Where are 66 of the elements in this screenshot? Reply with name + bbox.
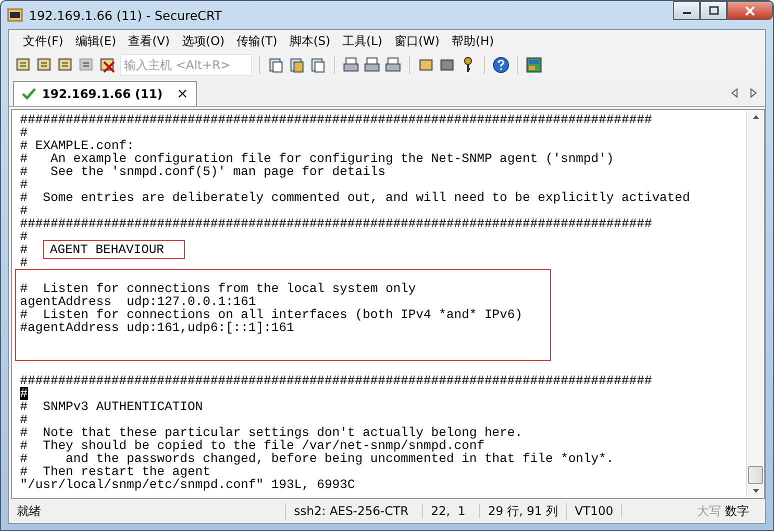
terminal-line: ###################################################################################	[20, 113, 652, 126]
app-icon	[7, 7, 23, 23]
host-field[interactable]: 输入主机 <Alt+R>	[120, 54, 252, 76]
terminal-line: # They should be copied to the file /var/net-snmp/snmpd.conf	[20, 439, 484, 452]
scroll-right-icon[interactable]	[749, 88, 757, 98]
print-icon[interactable]	[342, 56, 360, 74]
terminal-line: # Some entries are deliberately commented out, and will need to be explicitly activated	[20, 191, 690, 204]
terminal-line: #	[20, 243, 29, 256]
printer-icon[interactable]	[384, 56, 402, 74]
scroll-up-icon[interactable]	[752, 114, 760, 120]
maximize-icon	[708, 6, 718, 15]
status-text: 就绪	[9, 502, 286, 520]
terminal-line: # An example configuration file for configuring the Net-SNMP agent ('snmpd')	[20, 152, 614, 165]
key-indicator: 大写	[696, 502, 722, 520]
scroll-down-icon[interactable]	[752, 488, 760, 494]
tab-label: 192.169.1.66 (11)	[42, 87, 163, 101]
help-icon[interactable]	[492, 56, 510, 74]
terminal-line: # Listen for connections on all interfaces (both IPv4 *and* IPv6)	[20, 308, 523, 321]
cipher-status: ssh2: AES-256-CTR	[286, 504, 423, 518]
session-tab[interactable]: 192.169.1.66 (11) ×	[13, 81, 198, 106]
terminal-line: # Listen for connections from the local system only	[20, 282, 416, 295]
scroll-left-icon[interactable]	[731, 88, 739, 98]
terminal-line: # EXAMPLE.conf:	[20, 139, 134, 152]
menu-item[interactable]: 选项(O)	[176, 32, 231, 50]
menu-item[interactable]: 传输(T)	[230, 32, 284, 50]
disconnect-icon[interactable]	[99, 56, 117, 74]
terminal-line: #	[20, 256, 28, 269]
terminal-line: ###################################################################################	[20, 217, 652, 230]
terminal-line: # See the 'snmpd.conf(5)' man page for details	[20, 165, 386, 178]
close-icon	[744, 6, 756, 16]
menu-item[interactable]: 窗口(W)	[388, 32, 446, 50]
terminal-line: #	[20, 126, 28, 139]
terminal-line: "/usr/local/snmp/etc/snmpd.conf" 193L, 6993C	[20, 478, 356, 491]
terminal-size: 29 行, 91 列	[480, 502, 567, 520]
terminal-line: ###################################################################################	[20, 374, 652, 387]
scrollbar[interactable]	[746, 110, 764, 498]
minimize-button[interactable]	[673, 1, 700, 20]
menu-item[interactable]: 文件(F)	[17, 32, 70, 50]
menu-item[interactable]: 帮助(H)	[446, 32, 500, 50]
maximize-button[interactable]	[700, 1, 727, 20]
window-icon[interactable]	[525, 56, 543, 74]
window-title: 192.169.1.66 (11) - SecureCRT	[29, 8, 222, 22]
terminal-line: # Note that these particular settings don't actually belong here.	[20, 426, 523, 439]
section-heading: AGENT BEHAVIOUR	[42, 240, 186, 259]
emulation-status: VT100	[566, 504, 622, 518]
check-icon	[22, 88, 36, 100]
scroll-thumb[interactable]	[748, 466, 763, 484]
paste-icon[interactable]	[288, 56, 306, 74]
terminal-line: # SNMPv3 AUTHENTICATION	[20, 400, 203, 413]
terminal-line: agentAddress udp:127.0.0.1:161	[20, 295, 256, 308]
terminal-line: # and the passwords changed, before being uncommented in that file *only*.	[20, 452, 614, 465]
key-indicator: 数字	[724, 502, 750, 520]
close-button[interactable]	[727, 1, 773, 20]
terminal-line: # Then restart the agent	[20, 465, 210, 478]
terminal-line: #agentAddress udp:161,udp6:[::1]:161	[20, 321, 294, 334]
menu-item[interactable]: 工具(L)	[336, 32, 388, 50]
menu-item[interactable]: 脚本(S)	[283, 32, 336, 50]
terminal-line: #	[20, 204, 28, 217]
copy-icon[interactable]	[267, 56, 285, 74]
tab-close-button[interactable]: ×	[176, 86, 188, 102]
menu-item[interactable]: 编辑(E)	[69, 32, 122, 50]
cursor-position: 22, 1	[423, 504, 480, 518]
terminal-line: #	[20, 230, 28, 243]
terminal-line: #	[20, 413, 28, 426]
terminal-line: #	[20, 178, 28, 191]
menu-item[interactable]: 查看(V)	[122, 32, 176, 50]
